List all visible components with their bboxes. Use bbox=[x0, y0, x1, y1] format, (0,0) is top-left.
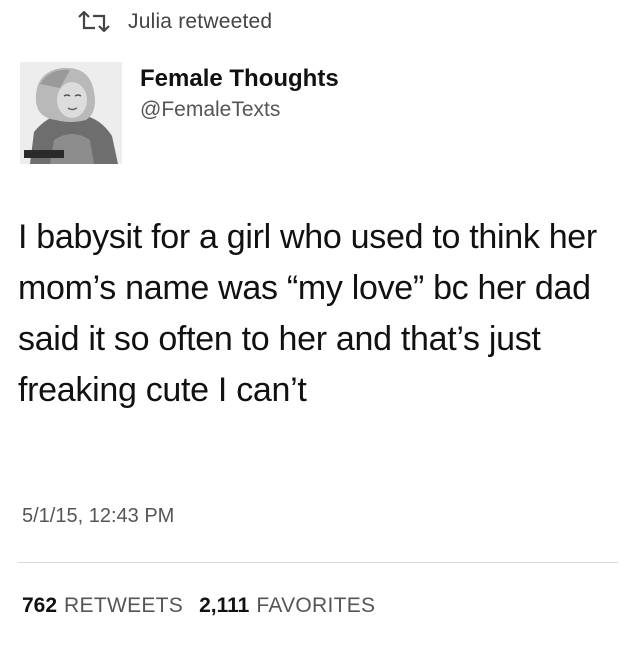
tweet-timestamp[interactable]: 5/1/15, 12:43 PM bbox=[22, 505, 174, 528]
user-handle[interactable]: @FemaleTexts bbox=[140, 96, 339, 124]
retweet-label[interactable]: Julia retweeted bbox=[128, 10, 272, 34]
favorites-stat[interactable]: 2,111 FAVORITES bbox=[199, 594, 375, 618]
retweet-icon bbox=[76, 10, 112, 33]
retweet-context: Julia retweeted bbox=[76, 8, 272, 36]
avatar[interactable] bbox=[20, 62, 122, 164]
retweets-label: RETWEETS bbox=[64, 594, 184, 617]
favorites-label: FAVORITES bbox=[256, 594, 376, 617]
tweet: Julia retweeted Female Thoughts @FemaleT… bbox=[0, 0, 627, 647]
tweet-stats: 762 RETWEETS 2,111 FAVORITES bbox=[22, 594, 391, 618]
retweets-count: 762 bbox=[22, 594, 58, 617]
divider bbox=[18, 562, 618, 563]
display-name[interactable]: Female Thoughts bbox=[140, 64, 339, 94]
tweet-text: I babysit for a girl who used to think h… bbox=[18, 218, 597, 409]
favorites-count: 2,111 bbox=[199, 594, 250, 617]
author-info: Female Thoughts @FemaleTexts bbox=[140, 64, 339, 124]
retweets-stat[interactable]: 762 RETWEETS bbox=[22, 594, 183, 618]
